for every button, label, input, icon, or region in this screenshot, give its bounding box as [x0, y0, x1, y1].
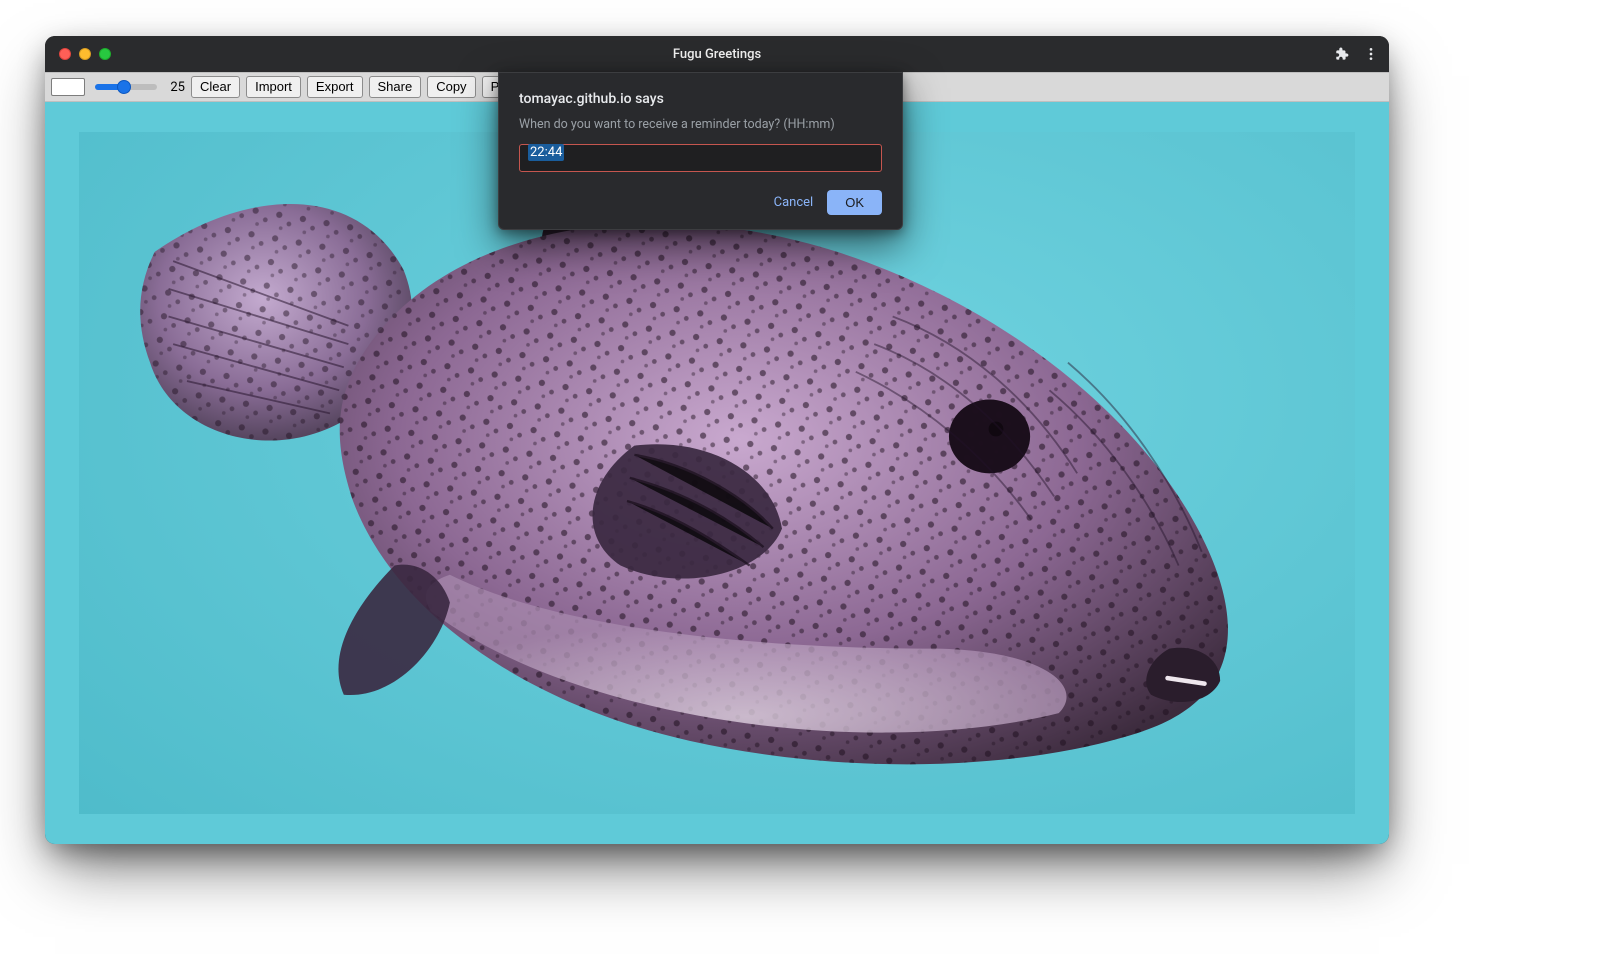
window-controls: [59, 48, 111, 60]
prompt-dialog: tomayac.github.io says When do you want …: [498, 72, 903, 230]
clear-button[interactable]: Clear: [191, 76, 240, 98]
cancel-button[interactable]: Cancel: [774, 195, 814, 210]
titlebar-right-group: [1333, 46, 1379, 62]
copy-button[interactable]: Copy: [427, 76, 475, 98]
window-minimize-button[interactable]: [79, 48, 91, 60]
stage: Fugu Greetings 25 Clear Import Export Sh…: [0, 0, 1600, 959]
color-picker[interactable]: [51, 78, 85, 96]
import-button[interactable]: Import: [246, 76, 301, 98]
window-title: Fugu Greetings: [673, 47, 761, 62]
kebab-menu-icon[interactable]: [1363, 46, 1379, 62]
dialog-button-row: Cancel OK: [519, 190, 882, 215]
window-maximize-button[interactable]: [99, 48, 111, 60]
dialog-message: When do you want to receive a reminder t…: [519, 117, 882, 132]
dialog-input-value: 22:44: [528, 144, 564, 161]
window-close-button[interactable]: [59, 48, 71, 60]
dialog-origin: tomayac.github.io says: [519, 91, 882, 107]
share-button[interactable]: Share: [369, 76, 422, 98]
title-bar: Fugu Greetings: [45, 36, 1389, 72]
dialog-input[interactable]: 22:44: [519, 144, 882, 172]
brush-size-value: 25: [167, 80, 185, 95]
slider-thumb[interactable]: [117, 80, 131, 94]
fish-image: [79, 132, 1356, 815]
app-window: Fugu Greetings 25 Clear Import Export Sh…: [45, 36, 1389, 844]
brush-size-slider[interactable]: [95, 84, 157, 90]
extensions-icon[interactable]: [1333, 46, 1349, 62]
export-button[interactable]: Export: [307, 76, 363, 98]
ok-button[interactable]: OK: [827, 190, 882, 215]
